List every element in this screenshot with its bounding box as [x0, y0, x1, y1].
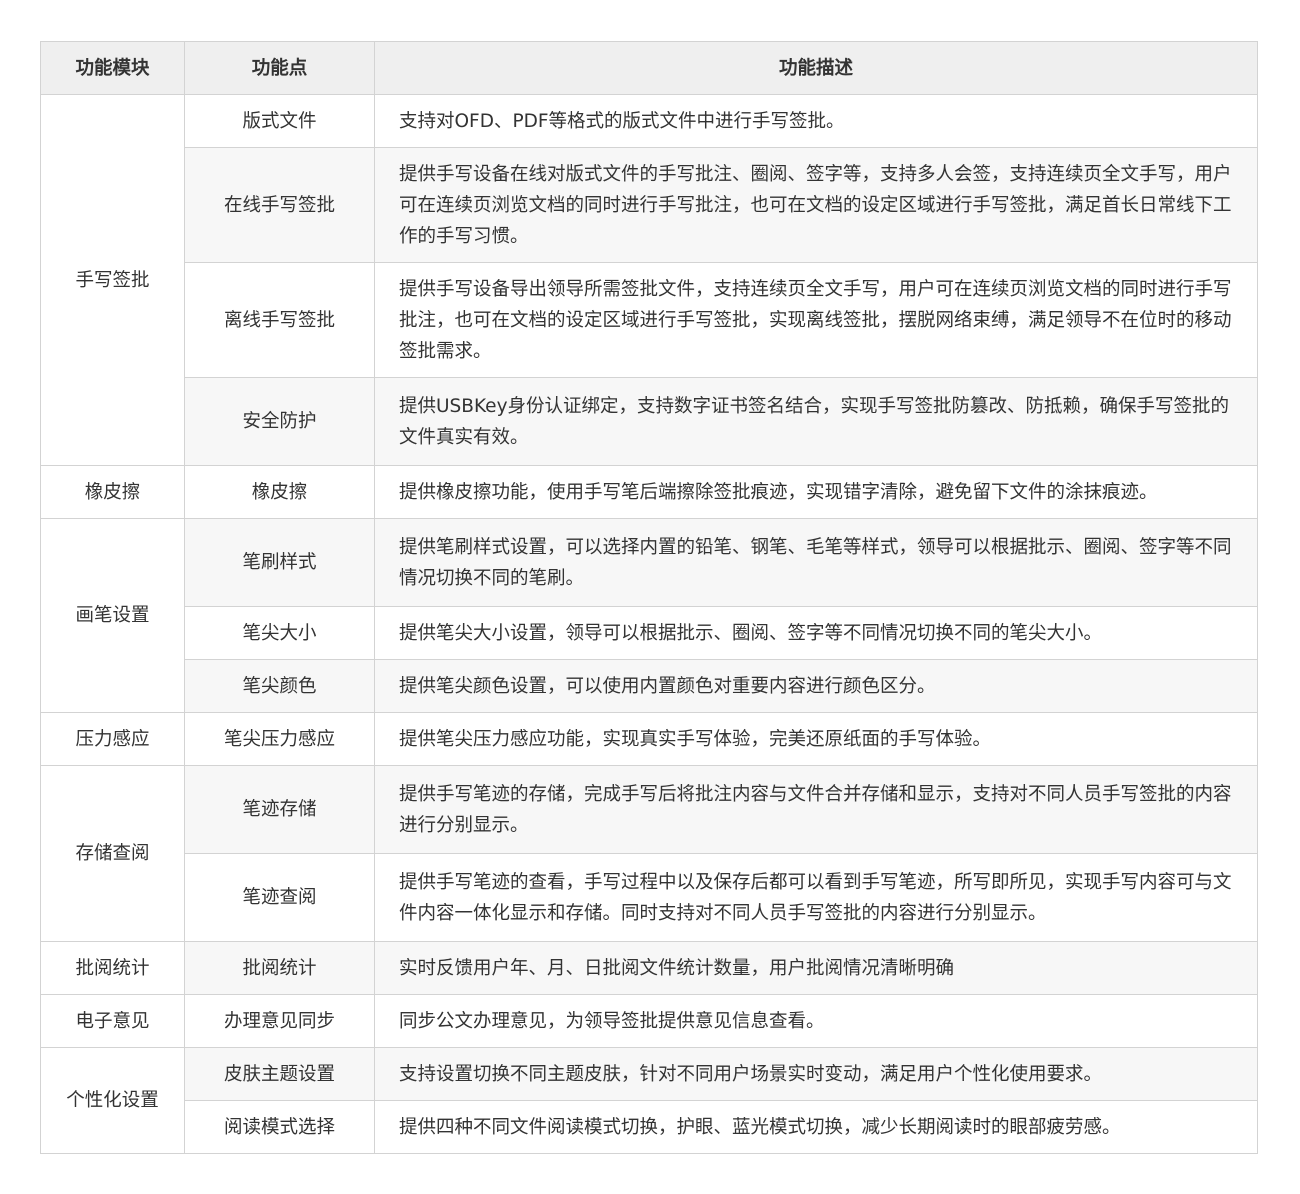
table-row: 画笔设置 笔刷样式 提供笔刷样式设置，可以选择内置的铅笔、钢笔、毛笔等样式，领导…: [40, 518, 1258, 713]
table-row: 离线手写签批 提供手写设备导出领导所需签批文件，支持连续页全文手写，用户可在连续…: [41, 262, 1258, 378]
point-cell: 橡皮擦: [184, 465, 375, 519]
table-row: 橡皮擦 橡皮擦 提供橡皮擦功能，使用手写笔后端擦除签批痕迹，实现错字清除，避免留…: [40, 465, 1258, 519]
module-cell: 手写签批: [40, 94, 185, 466]
desc-cell: 支持对OFD、PDF等格式的版式文件中进行手写签批。: [374, 94, 1258, 148]
point-cell: 笔尖压力感应: [184, 712, 375, 766]
module-cell: 个性化设置: [40, 1047, 185, 1154]
table-row: 个性化设置 皮肤主题设置 支持设置切换不同主题皮肤，针对不同用户场景实时变动，满…: [40, 1047, 1258, 1154]
point-cell: 皮肤主题设置: [184, 1047, 375, 1101]
desc-cell: 提供笔尖颜色设置，可以使用内置颜色对重要内容进行颜色区分。: [374, 659, 1258, 713]
desc-cell: 实时反馈用户年、月、日批阅文件统计数量，用户批阅情况清晰明确: [374, 941, 1258, 995]
point-cell: 批阅统计: [184, 941, 375, 995]
module-cell: 批阅统计: [40, 941, 185, 995]
module-cell: 画笔设置: [40, 518, 185, 713]
point-cell: 安全防护: [184, 377, 375, 466]
point-cell: 笔尖大小: [184, 606, 375, 660]
desc-cell: 提供四种不同文件阅读模式切换，护眼、蓝光模式切换，减少长期阅读时的眼部疲劳感。: [374, 1100, 1258, 1154]
point-cell: 笔刷样式: [184, 518, 375, 607]
desc-cell: 提供笔尖压力感应功能，实现真实手写体验，完美还原纸面的手写体验。: [374, 712, 1258, 766]
module-cell: 橡皮擦: [40, 465, 185, 519]
module-cell: 压力感应: [40, 712, 185, 766]
desc-cell: 支持设置切换不同主题皮肤，针对不同用户场景实时变动，满足用户个性化使用要求。: [374, 1047, 1258, 1101]
table-row: 安全防护 提供USBKey身份认证绑定，支持数字证书签名结合，实现手写签批防篡改…: [41, 377, 1258, 466]
point-cell: 笔尖颜色: [184, 659, 375, 713]
header-module: 功能模块: [40, 41, 185, 95]
table-row: 阅读模式选择 提供四种不同文件阅读模式切换，护眼、蓝光模式切换，减少长期阅读时的…: [41, 1100, 1258, 1154]
desc-cell: 提供手写笔迹的查看，手写过程中以及保存后都可以看到手写笔迹，所写即所见，实现手写…: [374, 853, 1258, 942]
table-row: 笔尖大小 提供笔尖大小设置，领导可以根据批示、圈阅、签字等不同情况切换不同的笔尖…: [41, 606, 1258, 660]
module-cell: 存储查阅: [40, 765, 185, 942]
desc-cell: 提供笔刷样式设置，可以选择内置的铅笔、钢笔、毛笔等样式，领导可以根据批示、圈阅、…: [374, 518, 1258, 607]
table-header: 功能模块 功能点 功能描述: [40, 41, 1258, 95]
desc-cell: 提供手写设备在线对版式文件的手写批注、圈阅、签字等，支持多人会签，支持连续页全文…: [374, 147, 1258, 263]
desc-cell: 提供橡皮擦功能，使用手写笔后端擦除签批痕迹，实现错字清除，避免留下文件的涂抹痕迹…: [374, 465, 1258, 519]
desc-cell: 提供手写笔迹的存储，完成手写后将批注内容与文件合并存储和显示，支持对不同人员手写…: [374, 765, 1258, 854]
table-row: 电子意见 办理意见同步 同步公文办理意见，为领导签批提供意见信息查看。: [40, 994, 1258, 1048]
point-cell: 版式文件: [184, 94, 375, 148]
point-cell: 办理意见同步: [184, 994, 375, 1048]
point-cell: 离线手写签批: [184, 262, 375, 378]
table-row: 手写签批 版式文件 支持对OFD、PDF等格式的版式文件中进行手写签批。: [40, 94, 1258, 466]
table-row: 批阅统计 批阅统计 实时反馈用户年、月、日批阅文件统计数量，用户批阅情况清晰明确: [40, 941, 1258, 995]
module-cell: 电子意见: [40, 994, 185, 1048]
point-cell: 阅读模式选择: [184, 1100, 375, 1154]
desc-cell: 提供手写设备导出领导所需签批文件，支持连续页全文手写，用户可在连续页浏览文档的同…: [374, 262, 1258, 378]
desc-cell: 提供笔尖大小设置，领导可以根据批示、圈阅、签字等不同情况切换不同的笔尖大小。: [374, 606, 1258, 660]
header-desc: 功能描述: [374, 41, 1258, 95]
feature-table: 功能模块 功能点 功能描述 手写签批 版式文件 支持对OFD、PDF等格式的版式…: [40, 41, 1258, 1154]
desc-cell: 同步公文办理意见，为领导签批提供意见信息查看。: [374, 994, 1258, 1048]
table-row: 笔尖颜色 提供笔尖颜色设置，可以使用内置颜色对重要内容进行颜色区分。: [41, 659, 1258, 713]
table-row: 在线手写签批 提供手写设备在线对版式文件的手写批注、圈阅、签字等，支持多人会签，…: [41, 147, 1258, 263]
table-row: 压力感应 笔尖压力感应 提供笔尖压力感应功能，实现真实手写体验，完美还原纸面的手…: [40, 712, 1258, 766]
table-row: 笔迹查阅 提供手写笔迹的查看，手写过程中以及保存后都可以看到手写笔迹，所写即所见…: [41, 853, 1258, 942]
point-cell: 笔迹查阅: [184, 853, 375, 942]
header-point: 功能点: [184, 41, 375, 95]
point-cell: 笔迹存储: [184, 765, 375, 854]
point-cell: 在线手写签批: [184, 147, 375, 263]
desc-cell: 提供USBKey身份认证绑定，支持数字证书签名结合，实现手写签批防篡改、防抵赖，…: [374, 377, 1258, 466]
table-row: 存储查阅 笔迹存储 提供手写笔迹的存储，完成手写后将批注内容与文件合并存储和显示…: [40, 765, 1258, 942]
table-body: 手写签批 版式文件 支持对OFD、PDF等格式的版式文件中进行手写签批。 在线手…: [40, 94, 1258, 1154]
header-row: 功能模块 功能点 功能描述: [40, 41, 1258, 95]
